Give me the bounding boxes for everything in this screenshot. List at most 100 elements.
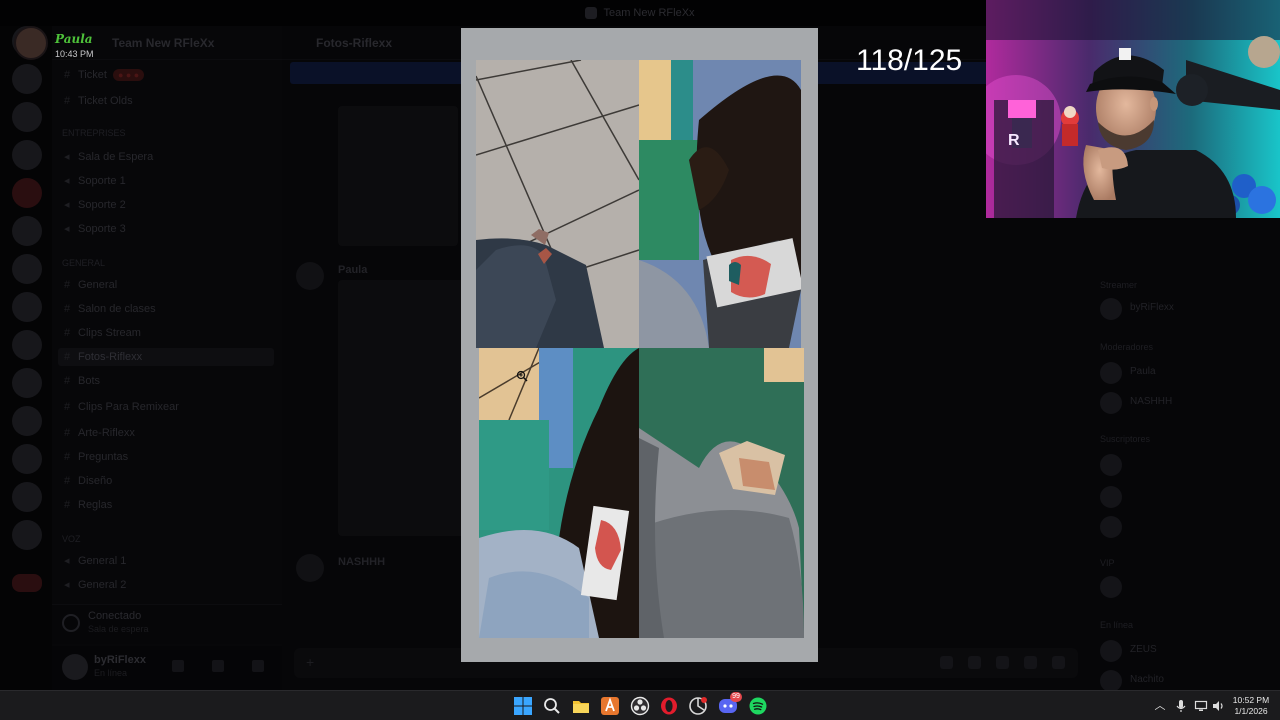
svg-text:R: R — [1008, 132, 1020, 149]
server-icon[interactable] — [12, 140, 42, 170]
discord-icon[interactable]: 99 — [718, 692, 742, 716]
chevron-up-icon[interactable]: ︿ — [1153, 699, 1167, 713]
server-icon[interactable] — [12, 254, 42, 284]
channel-item[interactable]: # Arte-Riflexx — [64, 424, 135, 442]
clock-time: 10:52 PM — [1232, 695, 1270, 705]
photo-tile-floor — [476, 60, 639, 348]
search-icon[interactable] — [542, 696, 562, 716]
voice-status-panel: Conectado Sala de espera — [52, 604, 282, 644]
channel-title: Fotos-Riflexx — [316, 36, 393, 50]
channel-item[interactable]: # Clips Stream — [64, 324, 141, 342]
network-icon[interactable] — [1194, 699, 1208, 713]
channel-category[interactable]: ENTREPRISES — [62, 124, 126, 142]
channel-item[interactable]: ◂ General 1 — [64, 552, 126, 570]
server-icon[interactable] — [12, 368, 42, 398]
system-clock[interactable]: 10:52 PM 1/1/2026 — [1228, 695, 1274, 717]
channel-item[interactable]: # Bots — [64, 372, 100, 390]
channel-item[interactable]: # Ticket Olds — [64, 92, 133, 110]
photo-tile-hair — [639, 60, 801, 348]
gif-icon[interactable] — [968, 656, 981, 669]
server-icon[interactable] — [12, 330, 42, 360]
avatar[interactable] — [296, 554, 324, 582]
channel-item[interactable]: # Preguntas — [64, 448, 128, 466]
clock-date: 1/1/2026 — [1234, 706, 1268, 716]
server-icon[interactable] — [12, 178, 42, 208]
image-counter: 118/125 — [856, 44, 963, 77]
avatar[interactable] — [62, 654, 88, 680]
channel-item[interactable]: ◂ Soporte 3 — [64, 220, 126, 238]
paula-name: Paula — [55, 32, 93, 46]
paula-badge: Paula 10:43 PM — [55, 30, 94, 59]
avatar — [1100, 392, 1122, 414]
avatar — [1100, 362, 1122, 384]
channel-item[interactable]: # Salon de clases — [64, 300, 156, 318]
microphone-icon[interactable] — [1174, 699, 1188, 713]
file-explorer-icon[interactable] — [571, 696, 591, 716]
avatar — [1100, 516, 1122, 538]
member-category: Suscriptores — [1100, 434, 1151, 444]
channel-item[interactable]: # Diseño — [64, 472, 112, 490]
obs-icon[interactable] — [630, 696, 650, 716]
paula-avatar[interactable] — [14, 26, 48, 60]
user-status: En línea — [94, 668, 128, 678]
channel-item[interactable]: # Reglas — [64, 496, 112, 514]
member-category: Streamer — [1100, 280, 1138, 290]
member-category: Moderadores — [1100, 342, 1154, 352]
member-list: Streamer byRiFlexx Moderadores Paula NAS… — [1090, 220, 1280, 692]
plus-icon[interactable]: + — [306, 654, 314, 670]
spotify-icon[interactable] — [748, 696, 768, 716]
avatar — [1100, 576, 1122, 598]
server-icon[interactable] — [12, 406, 42, 436]
sticker-icon[interactable] — [996, 656, 1009, 669]
message-author[interactable]: NASHHH — [338, 556, 385, 568]
channel-item[interactable]: ◂ Sala de Espera — [64, 148, 153, 166]
app-a-icon[interactable] — [600, 696, 620, 716]
gift-icon[interactable] — [940, 656, 953, 669]
channel-item[interactable]: # Ticket ● ● ● — [64, 66, 145, 84]
channel-item[interactable]: # General — [64, 276, 117, 294]
mic-icon[interactable] — [172, 660, 184, 672]
avatar[interactable] — [296, 262, 324, 290]
channel-item[interactable]: # Clips Para Remixear — [64, 398, 179, 416]
headphones-icon[interactable] — [212, 660, 224, 672]
avatar — [1100, 640, 1122, 662]
webcam-feed: R — [986, 0, 1280, 218]
emoji-icon[interactable] — [1024, 656, 1037, 669]
message-author[interactable]: Paula — [338, 264, 367, 276]
server-icon[interactable] — [12, 64, 42, 94]
voice-status-title: Conectado — [88, 610, 142, 622]
server-icon[interactable] — [12, 444, 42, 474]
server-icon[interactable] — [12, 482, 42, 512]
avatar — [1100, 670, 1122, 692]
photo-collage — [476, 60, 804, 638]
channel-item[interactable]: ◂ General 2 — [64, 576, 126, 594]
screen: Team New RFleXx Team New RFleXx # Ticket ●… — [0, 0, 1280, 720]
gear-icon[interactable] — [252, 660, 264, 672]
volume-icon[interactable] — [1211, 699, 1225, 713]
taskbar: 99 ︿ 10:52 PM 1/1/2026 — [0, 690, 1280, 720]
server-icon[interactable] — [12, 574, 42, 592]
avatar — [1100, 454, 1122, 476]
message-image[interactable] — [338, 280, 468, 536]
browser-icon[interactable] — [688, 696, 708, 716]
channel-item-active[interactable]: # Fotos-Riflexx — [58, 348, 274, 366]
channel-item[interactable]: ◂ Soporte 2 — [64, 196, 126, 214]
server-icon[interactable] — [12, 292, 42, 322]
avatar — [1100, 298, 1122, 320]
server-icon[interactable] — [12, 102, 42, 132]
member-category: VIP — [1100, 558, 1115, 568]
avatar — [1100, 486, 1122, 508]
server-icon[interactable] — [12, 216, 42, 246]
window-title: Team New RFleXx — [603, 7, 695, 19]
channel-category[interactable]: GENERAL — [62, 254, 105, 272]
channel-category[interactable]: VOZ — [62, 530, 81, 548]
apps-icon[interactable] — [1052, 656, 1065, 669]
server-icon[interactable] — [12, 520, 42, 550]
discord-notification-badge: 99 — [730, 692, 742, 702]
image-lightbox[interactable] — [461, 28, 818, 662]
photo-tile-legs — [639, 348, 804, 638]
message-image[interactable] — [338, 106, 458, 246]
windows-start-icon[interactable] — [513, 696, 533, 716]
opera-icon[interactable] — [659, 696, 679, 716]
channel-item[interactable]: ◂ Soporte 1 — [64, 172, 126, 190]
